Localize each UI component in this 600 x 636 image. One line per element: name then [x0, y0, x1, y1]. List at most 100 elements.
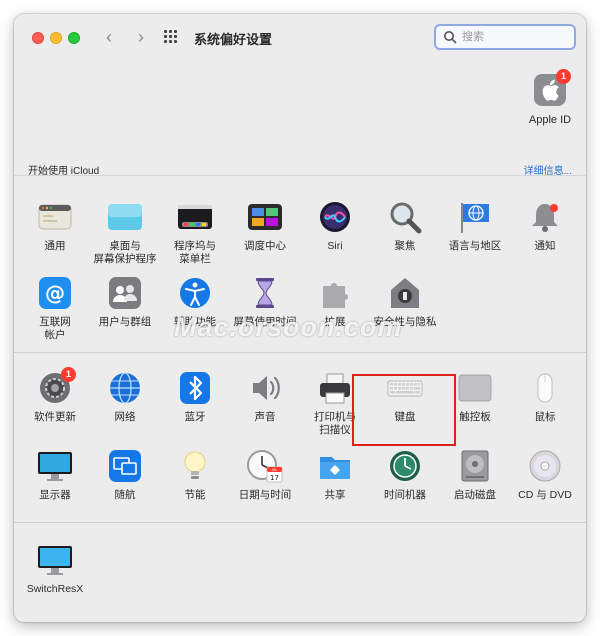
pref-label: 软件更新 — [34, 411, 76, 423]
sharing-icon — [317, 449, 353, 483]
pref-label: Siri — [327, 240, 343, 252]
pref-label: 程序坞与 菜单栏 — [174, 240, 216, 265]
extensions-icon — [317, 276, 353, 310]
pref-label: 共享 — [324, 489, 346, 501]
users-groups-icon — [107, 276, 143, 310]
search-field[interactable] — [434, 24, 576, 50]
keyboard-highlight-box — [352, 374, 456, 446]
pref-label: 鼠标 — [534, 411, 556, 423]
apple-logo-icon: 1 — [534, 69, 571, 106]
pref-label: 声音 — [254, 411, 276, 423]
accessibility-icon — [177, 276, 213, 310]
apple-id-label: Apple ID — [528, 114, 572, 126]
pref-label: 聚焦 — [394, 240, 416, 252]
pref-spotlight[interactable]: 聚焦 — [370, 200, 440, 253]
search-icon — [444, 31, 457, 44]
pref-sidecar[interactable]: 随航 — [90, 449, 160, 502]
dock-menubar-icon — [177, 200, 213, 234]
pref-desktop-screensaver[interactable]: 桌面与 屏幕保护程序 — [90, 200, 160, 266]
pref-dock-menubar[interactable]: 程序坞与 菜单栏 — [160, 200, 230, 266]
watermark: Mac.orsoon.com — [174, 312, 403, 342]
search-input[interactable] — [462, 29, 570, 45]
mission-control-icon — [247, 200, 283, 234]
pref-switchresx[interactable]: SwitchResX — [20, 543, 90, 596]
software-update-badge: 1 — [61, 367, 76, 382]
trackpad-icon — [457, 371, 493, 405]
notifications-icon — [527, 200, 563, 234]
pref-startup-disk[interactable]: 启动磁盘 — [440, 449, 510, 502]
icloud-details-link[interactable]: 详细信息... — [524, 162, 572, 177]
network-icon — [107, 371, 143, 405]
pref-label: 网络 — [114, 411, 136, 423]
displays-icon — [37, 449, 73, 483]
security-privacy-icon — [387, 276, 423, 310]
pref-energy-saver[interactable]: 节能 — [160, 449, 230, 502]
pref-label: 互联网 帐户 — [39, 316, 71, 341]
switchresx-icon — [37, 543, 73, 577]
pref-label: 通用 — [44, 240, 66, 252]
pref-bluetooth[interactable]: 蓝牙 — [160, 371, 230, 424]
pref-label: CD 与 DVD — [518, 489, 572, 501]
system-preferences-window: ‹ › 系统偏好设置 1 Apple ID — [14, 14, 586, 622]
pref-sound[interactable]: 声音 — [230, 371, 300, 424]
pref-label: 调度中心 — [244, 240, 286, 252]
forward-chevron-icon[interactable]: › — [130, 26, 152, 48]
pref-users-groups[interactable]: 用户与群组 — [90, 276, 160, 329]
pref-label: 蓝牙 — [184, 411, 206, 423]
pref-notifications[interactable]: 通知 — [510, 200, 580, 253]
pref-label: 启动磁盘 — [454, 489, 496, 501]
apple-id-button[interactable]: 1 Apple ID — [520, 69, 580, 126]
back-chevron-icon[interactable]: ‹ — [98, 26, 120, 48]
pref-label: 随航 — [114, 489, 136, 501]
screen-time-icon — [247, 276, 283, 310]
show-all-grid-icon[interactable] — [164, 30, 180, 46]
pref-software-update[interactable]: 1 软件更新 — [20, 367, 90, 424]
pref-label: SwitchResX — [26, 583, 84, 595]
bluetooth-icon — [177, 371, 213, 405]
cd-dvd-icon — [527, 449, 563, 483]
pref-label: 桌面与 屏幕保护程序 — [93, 240, 157, 265]
account-area: 1 Apple ID — [14, 62, 586, 158]
pref-date-time[interactable]: JUL 17 日期与时间 — [230, 449, 300, 502]
energy-saver-icon — [177, 449, 213, 483]
icloud-prompt: 开始使用 iCloud — [28, 166, 100, 177]
pref-mouse[interactable]: 鼠标 — [510, 371, 580, 424]
printers-scanners-icon — [317, 371, 353, 405]
apple-id-badge: 1 — [556, 69, 571, 84]
close-button[interactable] — [32, 32, 44, 44]
pref-network[interactable]: 网络 — [90, 371, 160, 424]
spotlight-icon — [387, 200, 423, 234]
time-machine-icon — [387, 449, 423, 483]
internet-accounts-icon: @ — [37, 276, 73, 310]
pref-cd-dvd[interactable]: CD 与 DVD — [510, 449, 580, 502]
pref-label: 用户与群组 — [98, 316, 152, 328]
calendar-month: JUL — [271, 468, 278, 472]
calendar-day: 17 — [270, 474, 279, 482]
siri-icon — [317, 200, 353, 234]
pref-label: 日期与时间 — [238, 489, 292, 501]
pref-label: 节能 — [184, 489, 206, 501]
pref-siri[interactable]: Siri — [300, 200, 370, 253]
software-update-icon: 1 — [37, 367, 76, 405]
pref-language-region[interactable]: 语言与地区 — [440, 200, 510, 253]
svg-text:@: @ — [45, 281, 65, 305]
other-prefs-section: SwitchResX — [14, 522, 586, 622]
pref-label: 时间机器 — [384, 489, 426, 501]
sidecar-icon — [107, 449, 143, 483]
pref-mission-control[interactable]: 调度中心 — [230, 200, 300, 253]
title-bar: ‹ › 系统偏好设置 — [14, 14, 586, 62]
pref-internet-accounts[interactable]: @ 互联网 帐户 — [20, 276, 90, 342]
minimize-button[interactable] — [50, 32, 62, 44]
mouse-icon — [527, 371, 563, 405]
pref-label: 显示器 — [39, 489, 71, 501]
pref-label: 语言与地区 — [448, 240, 502, 252]
window-title: 系统偏好设置 — [194, 32, 273, 47]
pref-sharing[interactable]: 共享 — [300, 449, 370, 502]
pref-time-machine[interactable]: 时间机器 — [370, 449, 440, 502]
pref-general[interactable]: 通用 — [20, 200, 90, 253]
zoom-button[interactable] — [68, 32, 80, 44]
sound-icon — [247, 371, 283, 405]
icloud-banner: 开始使用 iCloud 详细信息... — [14, 158, 586, 177]
general-icon — [37, 200, 73, 234]
pref-displays[interactable]: 显示器 — [20, 449, 90, 502]
